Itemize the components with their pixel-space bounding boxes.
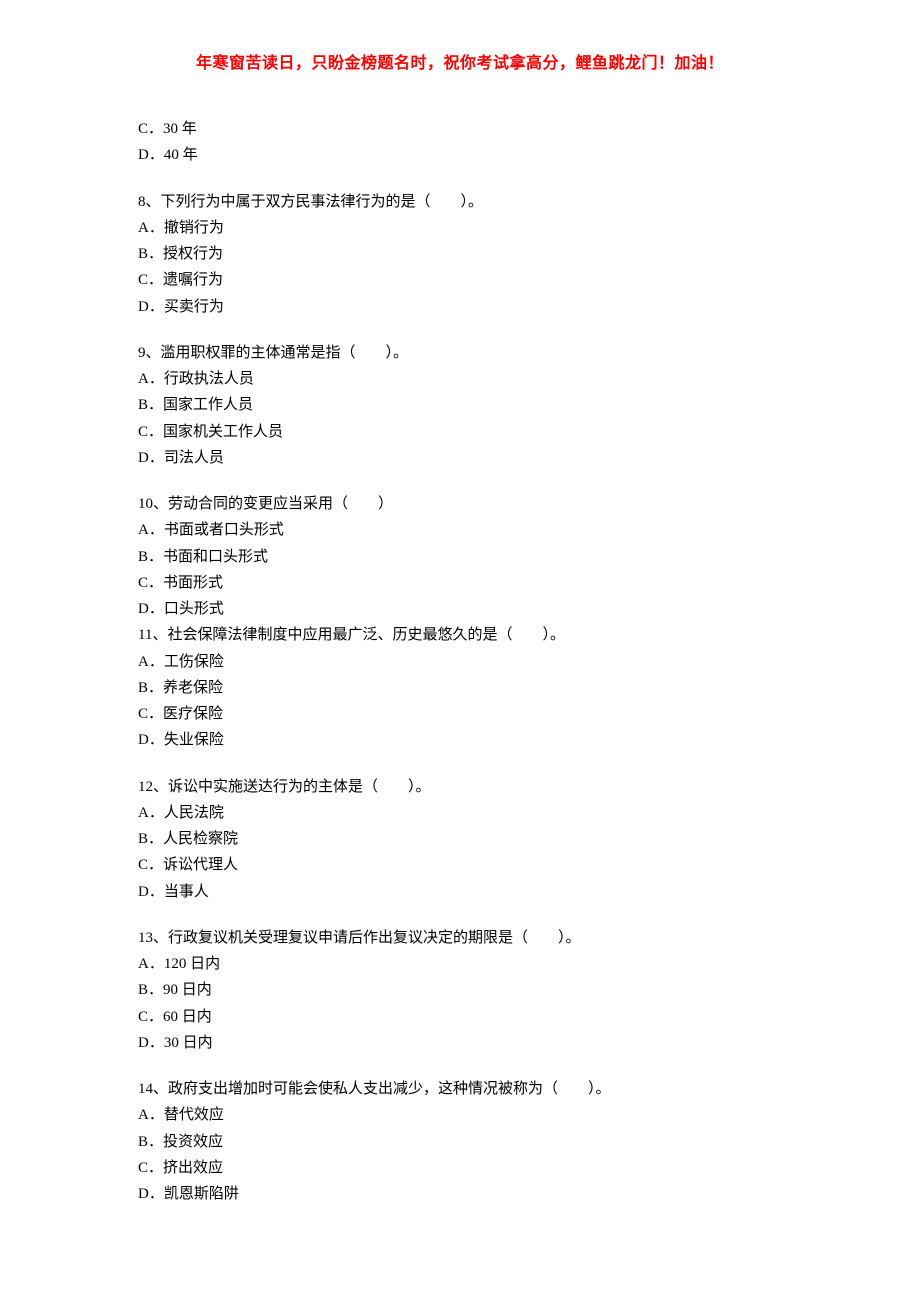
q9-option-c: C．国家机关工作人员 [138, 419, 820, 445]
content-container: C．30 年 D．40 年 8、下列行为中属于双方民事法律行为的是（ ）。 A．… [0, 116, 920, 1207]
q10-option-c: C．书面形式 [138, 570, 820, 596]
q7-option-d: D．40 年 [138, 142, 820, 168]
q12-option-a: A．人民法院 [138, 800, 820, 826]
q11-option-a: A．工伤保险 [138, 649, 820, 675]
q10-option-b: B．书面和口头形式 [138, 544, 820, 570]
q12-option-b: B．人民检察院 [138, 826, 820, 852]
q13-option-c: C．60 日内 [138, 1004, 820, 1030]
page-header-quote: 年寒窗苦读日，只盼金榜题名时，祝你考试拿高分，鲤鱼跳龙门！加油！ [0, 50, 920, 78]
q11-option-b: B．养老保险 [138, 675, 820, 701]
q8-stem: 8、下列行为中属于双方民事法律行为的是（ ）。 [138, 189, 820, 215]
q13-option-a: A．120 日内 [138, 951, 820, 977]
q12-stem: 12、诉讼中实施送达行为的主体是（ ）。 [138, 774, 820, 800]
q9-option-a: A．行政执法人员 [138, 366, 820, 392]
q12-option-d: D．当事人 [138, 879, 820, 905]
q10-option-d: D．口头形式 [138, 596, 820, 622]
q14-option-a: A．替代效应 [138, 1102, 820, 1128]
q8-option-b: B．授权行为 [138, 241, 820, 267]
q8-option-c: C．遗嘱行为 [138, 267, 820, 293]
q14-option-d: D．凯恩斯陷阱 [138, 1181, 820, 1207]
q14-stem: 14、政府支出增加时可能会使私人支出减少，这种情况被称为（ ）。 [138, 1076, 820, 1102]
q9-stem: 9、滥用职权罪的主体通常是指（ ）。 [138, 340, 820, 366]
q8-option-a: A．撤销行为 [138, 215, 820, 241]
q14-option-c: C．挤出效应 [138, 1155, 820, 1181]
q11-option-d: D．失业保险 [138, 727, 820, 753]
q9-option-d: D．司法人员 [138, 445, 820, 471]
q8-option-d: D．买卖行为 [138, 294, 820, 320]
q9-option-b: B．国家工作人员 [138, 392, 820, 418]
q10-stem: 10、劳动合同的变更应当采用（ ） [138, 491, 820, 517]
q12-option-c: C．诉讼代理人 [138, 852, 820, 878]
q11-stem: 11、社会保障法律制度中应用最广泛、历史最悠久的是（ ）。 [138, 622, 820, 648]
q13-option-d: D．30 日内 [138, 1030, 820, 1056]
q7-option-c: C．30 年 [138, 116, 820, 142]
q10-option-a: A．书面或者口头形式 [138, 517, 820, 543]
q14-option-b: B．投资效应 [138, 1129, 820, 1155]
q11-option-c: C．医疗保险 [138, 701, 820, 727]
q13-option-b: B．90 日内 [138, 977, 820, 1003]
q13-stem: 13、行政复议机关受理复议申请后作出复议决定的期限是（ ）。 [138, 925, 820, 951]
